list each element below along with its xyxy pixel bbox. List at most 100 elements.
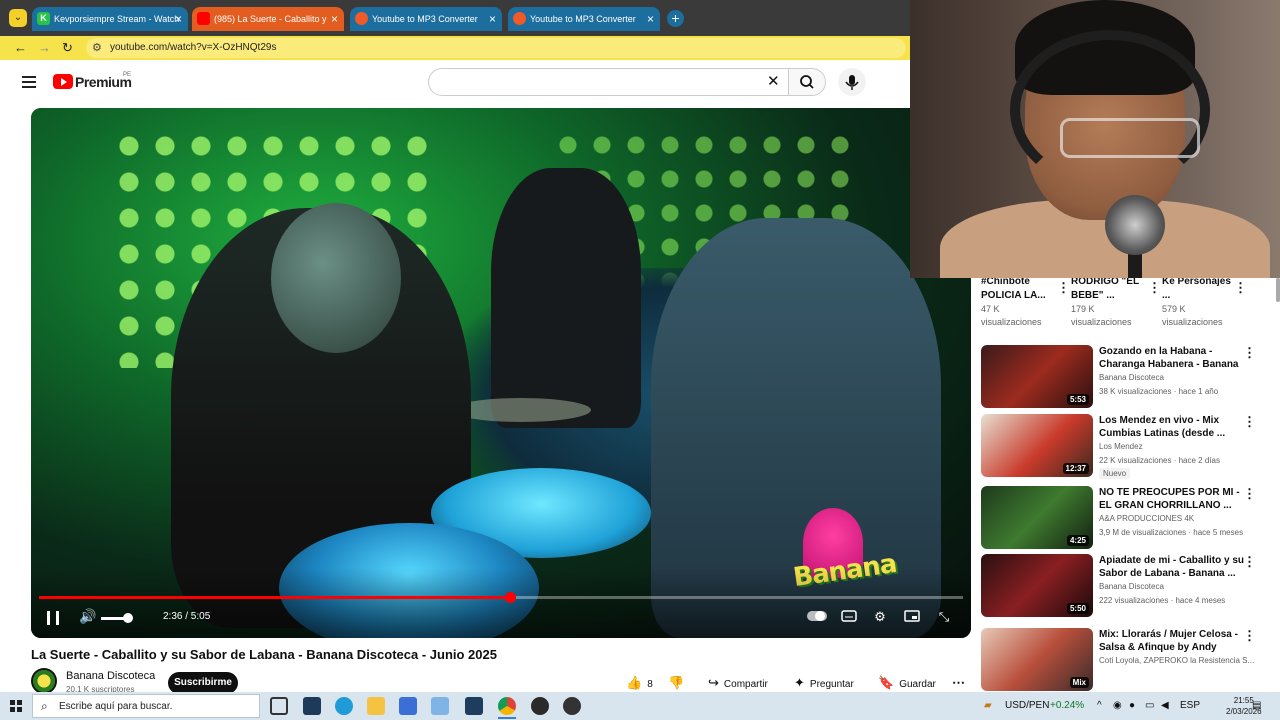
more-options-icon[interactable]: ⋮ — [1057, 280, 1070, 296]
tab-youtube-active[interactable]: (985) La Suerte - Caballito y × — [192, 7, 344, 31]
progress-bar[interactable] — [39, 592, 963, 603]
edge-browser-icon[interactable] — [335, 697, 353, 715]
recommendation-item[interactable]: 5:50 Apiadate de mi - Caballito y su Sab… — [981, 554, 1277, 618]
video-thumbnail[interactable]: 4:25 — [981, 486, 1093, 549]
pause-button[interactable] — [47, 611, 59, 625]
like-button[interactable]: 👍 8 — [626, 673, 653, 693]
short-views: 579 K — [1162, 304, 1186, 314]
reload-icon[interactable]: ↻ — [62, 40, 73, 56]
video-thumbnail[interactable]: 5:53 — [981, 345, 1093, 408]
currency-change: +0.24% — [1050, 700, 1085, 711]
notifications-icon[interactable]: ▤ — [1252, 700, 1261, 711]
dislike-button[interactable]: 👎 — [668, 673, 689, 693]
windows-start-icon[interactable] — [10, 700, 22, 712]
volume-icon[interactable]: 🔊 — [79, 608, 96, 625]
back-arrow-icon[interactable]: ← — [14, 40, 27, 55]
recommendation-item[interactable]: 12:37 Los Mendez en vivo - Mix Cumbias L… — [981, 414, 1277, 479]
more-options-icon[interactable]: ⋮ — [1243, 486, 1256, 502]
more-options-icon[interactable]: ⋮ — [1243, 345, 1256, 361]
microphone-tray-icon[interactable]: ● — [1129, 700, 1135, 711]
region-code: PE — [123, 72, 132, 78]
short-item[interactable]: Ke Personajes ... 579 K visualizaciones — [1162, 278, 1242, 329]
recommendation-item[interactable]: 5:53 Gozando en la Habana - Charanga Hab… — [981, 345, 1277, 409]
recommendation-title: Gozando en la Habana - Charanga Habanera… — [1099, 346, 1239, 370]
short-item[interactable]: #Chinbote POLICIA LA... 47 K visualizaci… — [981, 278, 1061, 329]
more-options-icon[interactable]: ⋮ — [1148, 280, 1161, 296]
forward-arrow-icon[interactable]: → — [38, 40, 51, 55]
screen: ⌄ K Kevporsiempre Stream - Watch × (985)… — [0, 0, 1280, 720]
more-options-icon[interactable]: ⋮ — [1243, 554, 1256, 570]
media-player-icon[interactable] — [563, 697, 581, 715]
subtitles-icon[interactable] — [840, 610, 858, 624]
ask-button[interactable]: ✦ Preguntar — [794, 673, 854, 693]
autoplay-toggle-icon[interactable] — [807, 610, 827, 624]
search-icon: ⌕ — [41, 699, 48, 713]
video-player[interactable]: Banana 🔊 2:36 / 5:05 ⚙ ⤡ — [31, 108, 971, 638]
video-thumbnail[interactable]: 5:50 — [981, 554, 1093, 617]
short-title: Ke Personajes ... — [1162, 278, 1231, 301]
share-button[interactable]: ↪ Compartir — [708, 673, 768, 693]
short-views-label: visualizaciones — [1071, 317, 1132, 327]
sparkle-icon: ✦ — [794, 675, 805, 690]
network-icon[interactable]: ▭ — [1145, 700, 1154, 711]
stock-widget-icon[interactable]: ▰ — [984, 700, 992, 711]
close-tab-icon[interactable]: × — [647, 7, 654, 31]
speaker-icon[interactable]: ◀ — [1161, 700, 1169, 711]
tray-expand-icon[interactable]: ^ — [1097, 700, 1102, 711]
youtube-logo-icon[interactable] — [53, 74, 73, 89]
taskbar-search-placeholder: Escribe aquí para buscar. — [59, 701, 173, 712]
volume-knob[interactable] — [123, 613, 133, 623]
youtube-header: Premium PE ✕ — [0, 60, 910, 106]
scrollbar-thumb[interactable] — [1276, 278, 1280, 302]
save-button[interactable]: 🔖 Guardar — [878, 673, 936, 693]
app-icon[interactable] — [465, 697, 483, 715]
recommendation-item[interactable]: 4:25 NO TE PREOCUPES POR MI - EL GRAN CH… — [981, 486, 1277, 550]
tray-app-icon[interactable]: ◉ — [1113, 700, 1122, 711]
address-bar[interactable]: ⚙ youtube.com/watch?v=X-OzHNQt29s — [86, 38, 906, 58]
short-item[interactable]: RODRIGO "EL BEBE" ... 179 K visualizacio… — [1071, 278, 1151, 329]
more-options-icon[interactable]: ⋮ — [1243, 628, 1256, 644]
more-options-icon[interactable]: ⋮ — [1243, 414, 1256, 430]
close-tab-icon[interactable]: × — [489, 7, 496, 31]
settings-gear-icon[interactable]: ⚙ — [871, 610, 889, 624]
miniplayer-icon[interactable] — [903, 610, 921, 624]
channel-avatar[interactable] — [31, 668, 57, 694]
recommendations-sidebar: #Chinbote POLICIA LA... 47 K visualizaci… — [972, 278, 1280, 692]
close-tab-icon[interactable]: × — [175, 7, 182, 31]
new-tab-button[interactable]: + — [667, 10, 684, 27]
app-icon[interactable] — [431, 697, 449, 715]
menu-icon[interactable] — [22, 76, 36, 88]
tab-kevporsiempre[interactable]: K Kevporsiempre Stream - Watch × — [32, 7, 188, 31]
mail-icon[interactable] — [399, 697, 417, 715]
short-title: RODRIGO "EL BEBE" ... — [1071, 278, 1139, 301]
fullscreen-exit-icon[interactable]: ⤡ — [935, 610, 953, 624]
file-explorer-icon[interactable] — [367, 697, 385, 715]
recommendation-item[interactable]: Mix Mix: Llorarás / Mujer Celosa - Salsa… — [981, 628, 1277, 692]
tab-mp3-converter[interactable]: Youtube to MP3 Converter × — [350, 7, 502, 31]
webcam-overlay — [910, 0, 1280, 278]
close-tab-icon[interactable]: × — [331, 7, 338, 31]
voice-search-button[interactable] — [838, 68, 866, 96]
cymbal — [451, 398, 591, 422]
obs-icon[interactable] — [531, 697, 549, 715]
video-thumbnail[interactable]: Mix — [981, 628, 1093, 691]
chrome-icon[interactable] — [498, 697, 516, 715]
short-views: 179 K — [1071, 304, 1095, 314]
more-options-icon[interactable]: ⋮ — [1234, 280, 1247, 296]
app-icon[interactable] — [303, 697, 321, 715]
more-actions-icon[interactable]: ⋯ — [952, 673, 965, 693]
search-icon — [800, 75, 814, 89]
currency-pair[interactable]: USD/PEN — [1005, 700, 1049, 711]
task-view-icon[interactable] — [270, 697, 288, 715]
taskbar-search-box[interactable]: ⌕ Escribe aquí para buscar. — [32, 694, 260, 718]
channel-name[interactable]: Banana Discoteca — [66, 670, 155, 682]
search-input[interactable] — [428, 68, 788, 96]
tab-search-button[interactable]: ⌄ — [9, 9, 27, 27]
clear-search-icon[interactable]: ✕ — [767, 72, 780, 90]
tab-mp3-converter-2[interactable]: Youtube to MP3 Converter × — [508, 7, 660, 31]
search-button[interactable] — [788, 68, 826, 96]
subscribe-button[interactable]: Suscribirme — [168, 672, 238, 694]
site-info-icon[interactable]: ⚙ — [92, 41, 102, 54]
video-thumbnail[interactable]: 12:37 — [981, 414, 1093, 477]
language-indicator[interactable]: ESP — [1180, 700, 1200, 711]
